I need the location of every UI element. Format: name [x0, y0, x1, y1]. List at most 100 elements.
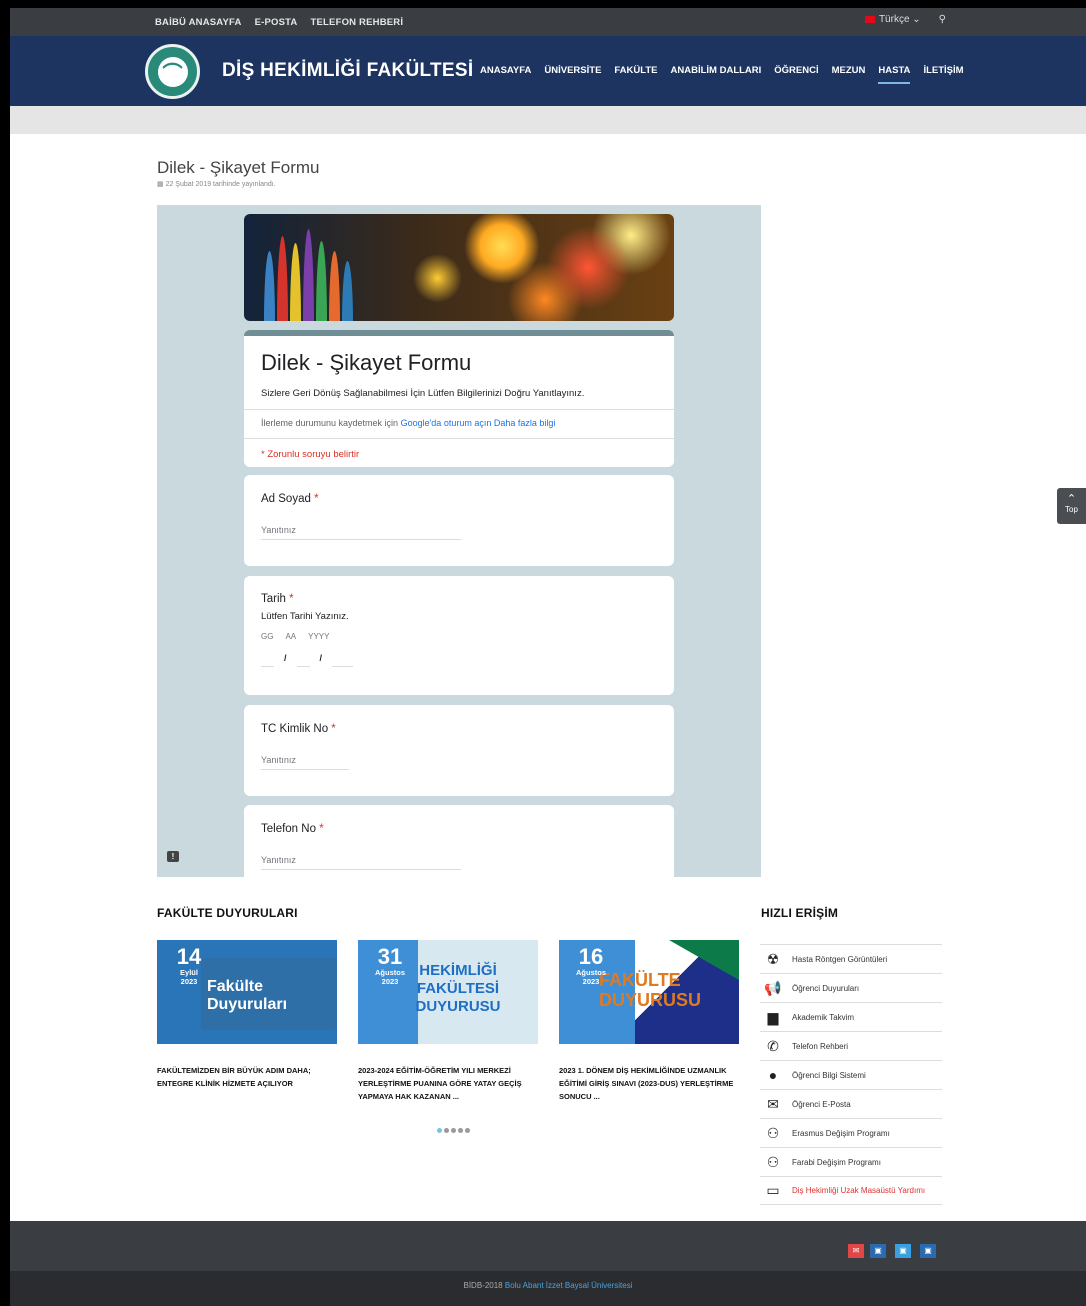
login-notice: İlerleme durumunu kaydetmek için Google'…	[261, 418, 674, 428]
social-icon[interactable]: ▣	[920, 1244, 936, 1258]
date-badge: 14 Eylül 2023	[167, 946, 211, 987]
question-label-text: Ad Soyad	[261, 493, 311, 505]
quick-link-student-announcements[interactable]: 📢 Öğrenci Duyuruları	[760, 973, 942, 1002]
quick-link-label: Öğrenci E-Posta	[792, 1099, 851, 1109]
google-login-link[interactable]: Google'da oturum açın	[401, 418, 492, 428]
quick-link-label: Diş Hekimliği Uzak Masaüstü Yardımı	[792, 1186, 926, 1195]
announcement-image-text: FAKÜLTE DUYURUSU	[599, 970, 702, 1010]
carousel-dot[interactable]	[458, 1128, 463, 1133]
divider	[244, 438, 674, 439]
divider	[244, 409, 674, 410]
quick-link-phone-directory[interactable]: ✆ Telefon Rehberi	[760, 1031, 942, 1060]
carousel-dots	[437, 1128, 470, 1133]
feedback-icon[interactable]: !	[167, 851, 179, 862]
day-field[interactable]	[261, 653, 275, 667]
quick-link-label: Hasta Röntgen Görüntüleri	[792, 954, 888, 964]
question-label: Tarih *	[261, 593, 657, 605]
publish-date-text: 22 Şubat 2019 tarihinde yayınlandı.	[165, 181, 276, 188]
link-phone-directory[interactable]: TELEFON REHBERİ	[310, 17, 403, 28]
announcement-card[interactable]: HEKİMLİĞİ FAKÜLTESİ DUYURUSU 31 Ağustos 20…	[358, 940, 538, 1103]
phone-input[interactable]: Yanıtınız	[261, 855, 461, 870]
quick-link-student-email[interactable]: ✉ Öğrenci E-Posta	[760, 1089, 942, 1118]
date-labels: GG AA YYYY	[261, 632, 657, 641]
carousel-dot[interactable]	[465, 1128, 470, 1133]
menu-mezun[interactable]: MEZUN	[832, 65, 866, 84]
required-note: * Zorunlu soruyu belirtir	[261, 449, 360, 460]
link-baibu-home[interactable]: BAİBÜ ANASAYFA	[155, 17, 242, 28]
pencil-shape	[316, 241, 327, 321]
day-label: GG	[261, 632, 274, 641]
date-input[interactable]: / /	[261, 653, 657, 667]
menu-fakulte[interactable]: FAKÜLTE	[614, 65, 657, 84]
question-card-phone: Telefon No * Yanıtınız	[244, 805, 674, 877]
main-navbar: ⌒ DİŞ HEKİMLİĞİ FAKÜLTESİ ANASAYFA ÜNİVE…	[10, 36, 1086, 106]
form-title: Dilek - Şikayet Formu	[261, 350, 472, 375]
quick-link-student-info-system[interactable]: ● Öğrenci Bilgi Sistemi	[760, 1060, 942, 1089]
announcements-title: FAKÜLTE DUYURULARI	[157, 906, 298, 920]
announcement-caption[interactable]: 2023 1. DÖNEM DİŞ HEKİMLİĞİNDE UZMANLIK …	[559, 1064, 739, 1103]
search-icon[interactable]: ⚲	[939, 14, 946, 25]
menu-iletisim[interactable]: İLETİŞİM	[923, 65, 963, 84]
menu-anasayfa[interactable]: ANASAYFA	[480, 65, 531, 84]
tc-input[interactable]: Yanıtınız	[261, 755, 349, 770]
announcement-caption[interactable]: 2023-2024 EĞİTİM-ÖĞRETİM YILI MERKEZİ YE…	[358, 1064, 538, 1103]
month: Ağustos	[375, 968, 405, 977]
announcement-image: HEKİMLİĞİ FAKÜLTESİ DUYURUSU 31 Ağustos 20…	[358, 940, 538, 1044]
link-email[interactable]: E-POSTA	[255, 17, 298, 28]
more-info-link[interactable]: Daha fazla bilgi	[494, 418, 556, 428]
chevron-up-icon: ⌃	[1066, 493, 1077, 505]
quick-link-remote-desktop[interactable]: ▭ Diş Hekimliği Uzak Masaüstü Yardımı	[760, 1176, 942, 1205]
question-card-name: Ad Soyad * Yanıtınız	[244, 475, 674, 566]
announcement-card[interactable]: FAKÜLTE DUYURUSU 16 Ağustos 2023 2023 1. D…	[559, 940, 739, 1103]
main-menu: ANASAYFA ÜNİVERSİTE FAKÜLTE ANABİLİM DAL…	[480, 65, 964, 84]
language-label: Türkçe	[878, 14, 910, 25]
question-label: TC Kimlik No *	[261, 723, 657, 735]
carousel-dot[interactable]	[451, 1128, 456, 1133]
required-star: *	[319, 823, 324, 835]
faculty-logo[interactable]: ⌒	[145, 44, 200, 99]
university-link[interactable]: Bolu Abant İzzet Baysal Üniversitesi	[505, 1281, 633, 1290]
social-icon[interactable]: ▣	[895, 1244, 911, 1258]
year: 2023	[582, 977, 600, 986]
menu-hasta[interactable]: HASTA	[878, 65, 911, 84]
announcement-caption[interactable]: FAKÜLTEMİZDEN BİR BÜYÜK ADIM DAHA; ENTEG…	[157, 1064, 337, 1090]
mail-icon[interactable]: ✉	[848, 1244, 864, 1258]
envelope-icon: ✉	[767, 1095, 779, 1112]
top-bar: BAİBÜ ANASAYFA E-POSTA TELEFON REHBERİ T…	[10, 8, 1086, 36]
quick-link-xray[interactable]: ☢ Hasta Röntgen Görüntüleri	[760, 944, 942, 973]
top-label: Top	[1065, 505, 1078, 514]
quick-link-farabi[interactable]: ⚇ Farabi Değişim Programı	[760, 1147, 942, 1176]
quick-link-academic-calendar[interactable]: ▆ Akademik Takvim	[760, 1002, 942, 1031]
carousel-dot[interactable]	[437, 1128, 442, 1133]
form-header-card: Dilek - Şikayet Formu Sizlere Geri Dönüş…	[244, 330, 674, 467]
year-field[interactable]	[332, 653, 353, 667]
radiation-icon: ☢	[766, 950, 780, 967]
question-label-text: TC Kimlik No	[261, 723, 329, 735]
login-text: İlerleme durumunu kaydetmek için	[261, 418, 401, 428]
quick-access-list: ☢ Hasta Röntgen Görüntüleri 📢 Öğrenci Duyu…	[760, 944, 942, 1205]
menu-ogrenci[interactable]: ÖĞRENCİ	[774, 65, 818, 84]
announcement-card[interactable]: Fakülte Duyuruları 14 Eylül 2023 FAKÜLTEMİ…	[157, 940, 337, 1090]
menu-anabilim-dallari[interactable]: ANABİLİM DALLARI	[671, 65, 762, 84]
question-label-text: Telefon No	[261, 823, 316, 835]
back-to-top-button[interactable]: ⌃ Top	[1057, 488, 1086, 524]
page: BAİBÜ ANASAYFA E-POSTA TELEFON REHBERİ T…	[10, 8, 1086, 1306]
carousel-dot[interactable]	[444, 1128, 449, 1133]
date-badge: 31 Ağustos 2023	[368, 946, 412, 987]
language-selector[interactable]: Türkçe ⌄ ⚲	[864, 14, 946, 25]
name-input[interactable]: Yanıtınız	[261, 525, 461, 540]
pencil-shape	[277, 236, 288, 321]
required-star: *	[331, 723, 336, 735]
brand-title[interactable]: DİŞ HEKİMLİĞİ FAKÜLTESİ	[222, 60, 473, 82]
embedded-form[interactable]: Dilek - Şikayet Formu Sizlere Geri Dönüş…	[157, 205, 761, 877]
menu-universite[interactable]: ÜNİVERSİTE	[544, 65, 601, 84]
quick-link-label: Erasmus Değişim Programı	[792, 1128, 890, 1138]
social-icon[interactable]: ▣	[870, 1244, 886, 1258]
quick-link-erasmus[interactable]: ⚇ Erasmus Değişim Programı	[760, 1118, 942, 1147]
users-icon: ⚇	[766, 1124, 780, 1141]
megaphone-icon: 📢	[764, 979, 782, 996]
quick-link-label: Öğrenci Duyuruları	[792, 983, 860, 993]
month-field[interactable]	[296, 653, 310, 667]
copyright: BİDB-2018 Bolu Abant İzzet Baysal Üniver…	[10, 1271, 1086, 1306]
turkish-flag-icon	[864, 15, 875, 23]
